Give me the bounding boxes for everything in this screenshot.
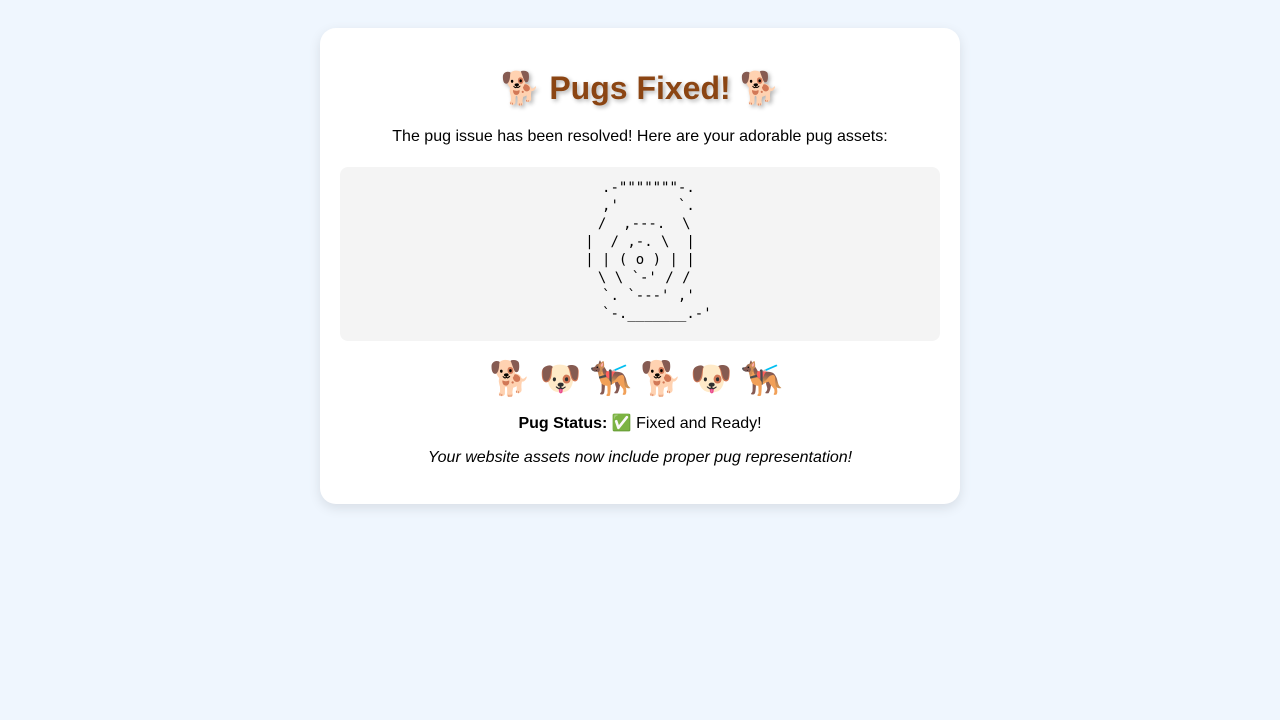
- page-title: 🐕 Pugs Fixed! 🐕: [320, 66, 960, 110]
- dog-emoji-icon: 🐕: [500, 70, 541, 106]
- dog-emoji-icon: 🐕: [640, 360, 691, 398]
- service-dog-emoji-icon: 🐕‍🦺: [589, 360, 640, 398]
- ascii-pug-art: .-"""""""-. ,' `. / ,---. \ | / ,-. \ | …: [585, 180, 712, 322]
- ascii-art-box: .-"""""""-. ,' `. / ,---. \ | / ,-. \ | …: [340, 167, 940, 341]
- dog-face-emoji-icon: 🐶: [690, 360, 741, 398]
- dog-emoji-icon: 🐕: [488, 360, 540, 398]
- status-value: Fixed and Ready!: [636, 415, 762, 432]
- pug-card: 🐕 Pugs Fixed! 🐕 The pug issue has been r…: [320, 28, 960, 504]
- page-title-text: Pugs Fixed!: [549, 70, 731, 106]
- dog-emoji-row: 🐕🐶🐕‍🦺🐕🐶🐕‍🦺: [320, 358, 960, 400]
- footer-note: Your website assets now include proper p…: [427, 449, 853, 466]
- dog-emoji-icon: 🐕: [739, 70, 780, 106]
- check-mark-icon: ✅: [611, 415, 632, 432]
- dog-face-emoji-icon: 🐶: [539, 360, 590, 398]
- intro-text: The pug issue has been resolved! Here ar…: [392, 128, 888, 145]
- service-dog-emoji-icon: 🐕‍🦺: [740, 360, 792, 398]
- status-label: Pug Status:: [518, 415, 608, 432]
- pug-status: Pug Status: ✅ Fixed and Ready!: [320, 414, 960, 434]
